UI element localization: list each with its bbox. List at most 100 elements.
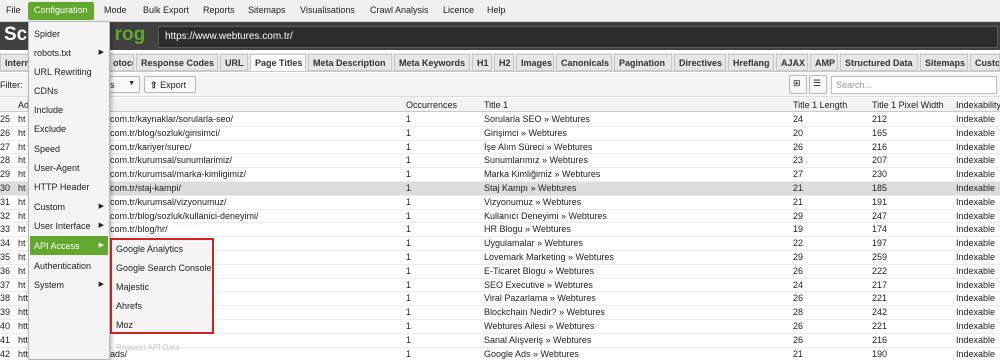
cell-l: 26 — [793, 265, 804, 276]
col-title1-pixel-width[interactable]: Title 1 Pixel Width — [872, 100, 944, 110]
export-label: Export — [160, 80, 187, 90]
menu-licence[interactable]: Licence — [443, 5, 474, 15]
cell-l: 23 — [793, 155, 804, 166]
menu-item-robots-txt[interactable]: robots.txt ▶ — [30, 43, 108, 62]
cell-o: 1 — [406, 265, 412, 276]
tab-url[interactable]: URL — [220, 54, 248, 71]
cell-w: 217 — [872, 279, 888, 290]
tab-ajax[interactable]: AJAX — [776, 54, 808, 71]
tab-protocol[interactable]: otocol — [108, 54, 134, 71]
menu-help[interactable]: Help — [487, 5, 506, 15]
tab-amp[interactable]: AMP — [810, 54, 838, 71]
cell-w: 197 — [872, 238, 888, 249]
request-api-data-button[interactable]: Request API Data — [116, 343, 180, 352]
tab-sitemaps[interactable]: Sitemaps — [920, 54, 968, 71]
cell-p: com.tr/blog/sozluk/kullanici-deneyimi/ — [110, 210, 259, 221]
submenu-google-search-console[interactable]: Google Search Console — [116, 263, 212, 273]
tree-view-icon[interactable]: ⊞ — [789, 75, 807, 94]
table-row[interactable]: 32 ht com.tr/blog/sozluk/kullanici-deneyim… — [0, 210, 1000, 224]
table-row[interactable]: 25 ht com.tr/kaynaklar/sorularla-seo/1 Soru… — [0, 113, 1000, 127]
cell-p: com.tr/blog/hr/ — [110, 224, 168, 235]
url-input[interactable]: https://www.webtures.com.tr/ — [158, 26, 998, 48]
export-button[interactable]: ⇧ Export — [144, 76, 196, 93]
menu-file[interactable]: File — [6, 5, 21, 15]
menu-item-api-access[interactable]: API Access ▶ — [30, 236, 108, 255]
menu-item-label: CDNs — [34, 86, 58, 96]
menu-item-cdns[interactable]: CDNs — [30, 81, 108, 100]
menu-item-http-header[interactable]: HTTP Header — [30, 177, 108, 196]
tab-custom[interactable]: Custo — [970, 54, 1000, 71]
tab-images[interactable]: Images — [516, 54, 554, 71]
menu-item-label: URL Rewriting — [34, 67, 92, 77]
cell-t: Webtures Ailesi » Webtures — [484, 321, 595, 331]
cell-n: 26 — [0, 127, 11, 138]
menu-sitemaps[interactable]: Sitemaps — [248, 5, 286, 15]
table-row[interactable]: 33 ht com.tr/blog/hr/1 HR Blogu » Webtures 1… — [0, 223, 1000, 238]
cell-i: Indexable — [956, 252, 996, 262]
table-row[interactable]: 31 ht com.tr/kurumsal/vizyonumuz/1 Vizyonum… — [0, 196, 1000, 210]
col-title1[interactable]: Title 1 — [484, 100, 508, 110]
filter-label: Filter: — [0, 80, 23, 90]
tab-response-codes[interactable]: Response Codes — [136, 54, 218, 71]
cell-p: com.tr/kaynaklar/sorularla-seo/ — [110, 114, 234, 124]
menu-reports[interactable]: Reports — [203, 5, 235, 15]
cell-t: Viral Pazarlama » Webtures — [484, 293, 596, 304]
tab-pagination[interactable]: Pagination — [614, 54, 672, 71]
search-input[interactable]: Search... — [831, 76, 997, 94]
menu-configuration[interactable]: Configuration — [28, 2, 94, 20]
tab-canonicals[interactable]: Canonicals — [556, 54, 612, 71]
cell-t: Uygulamalar » Webtures — [484, 238, 583, 249]
tab-hreflang[interactable]: Hreflang — [728, 54, 774, 71]
tab-internal[interactable]: Intern — [0, 54, 30, 71]
cell-n: 35 — [0, 252, 11, 262]
menu-item-label: API Access — [34, 241, 80, 251]
tab-h1[interactable]: H1 — [472, 54, 492, 71]
cell-n: 27 — [0, 141, 11, 152]
menu-item-include[interactable]: Include — [30, 100, 108, 119]
menu-item-system[interactable]: System ▶ — [30, 275, 108, 294]
list-view-icon[interactable]: ☰ — [809, 75, 827, 94]
tab-meta-keywords[interactable]: Meta Keywords — [394, 54, 470, 71]
cell-i: Indexable — [956, 183, 996, 193]
submenu-ahrefs[interactable]: Ahrefs — [116, 301, 142, 311]
menu-item-spider[interactable]: Spider — [30, 24, 108, 43]
menu-crawl-analysis[interactable]: Crawl Analysis — [370, 5, 429, 15]
menu-item-user-agent[interactable]: User-Agent — [30, 158, 108, 177]
submenu-moz[interactable]: Moz — [116, 320, 133, 330]
table-row[interactable]: 27 ht com.tr/kariyer/surec/1 İşe Alım Sürec… — [0, 141, 1000, 155]
tab-h2[interactable]: H2 — [494, 54, 514, 71]
menu-visualisations[interactable]: Visualisations — [300, 5, 355, 15]
menu-bulk-export[interactable]: Bulk Export — [143, 5, 189, 15]
table-row[interactable]: 26 ht com.tr/blog/sozluk/girisimci/1 Girişi… — [0, 127, 1000, 141]
cell-w: 216 — [872, 334, 888, 345]
cell-l: 26 — [793, 321, 804, 331]
cell-w: 212 — [872, 114, 888, 124]
cell-t: İşe Alım Süreci » Webtures — [484, 141, 593, 152]
tab-meta-description[interactable]: Meta Description — [308, 54, 392, 71]
cell-t: HR Blogu » Webtures — [484, 224, 571, 235]
menu-item-authentication[interactable]: Authentication — [30, 256, 108, 275]
table-row[interactable]: 30 ht com.tr/staj-kampi/1 Staj Kampı » Webt… — [0, 182, 1000, 196]
menu-item-user-interface[interactable]: User Interface ▶ — [30, 216, 108, 235]
cell-l: 21 — [793, 183, 804, 193]
cell-l: 24 — [793, 279, 804, 290]
table-row[interactable]: 29 ht com.tr/kurumsal/marka-kimligimiz/1 Ma… — [0, 168, 1000, 182]
tab-directives[interactable]: Directives — [674, 54, 726, 71]
cell-w: 221 — [872, 321, 888, 331]
table-row[interactable]: 28 ht com.tr/kurumsal/sunumlarimiz/1 Sunuml… — [0, 154, 1000, 169]
col-indexability[interactable]: Indexability — [956, 100, 1000, 110]
submenu-google-analytics[interactable]: Google Analytics — [116, 244, 183, 254]
col-title1-length[interactable]: Title 1 Length — [793, 100, 847, 110]
menu-item-speed[interactable]: Speed — [30, 139, 108, 158]
cell-i: Indexable — [956, 155, 996, 166]
tab-page-titles[interactable]: Page Titles — [250, 54, 306, 71]
menu-mode[interactable]: Mode — [104, 5, 127, 15]
menu-item-url-rewriting[interactable]: URL Rewriting — [30, 62, 108, 81]
menu-item-exclude[interactable]: Exclude — [30, 119, 108, 138]
col-occurrences[interactable]: Occurrences — [406, 100, 457, 110]
cell-n: 29 — [0, 169, 11, 180]
submenu-majestic[interactable]: Majestic — [116, 282, 149, 292]
tab-structured-data[interactable]: Structured Data — [840, 54, 918, 71]
menu-item-custom[interactable]: Custom ▶ — [30, 197, 108, 216]
cell-l: 26 — [793, 334, 804, 345]
